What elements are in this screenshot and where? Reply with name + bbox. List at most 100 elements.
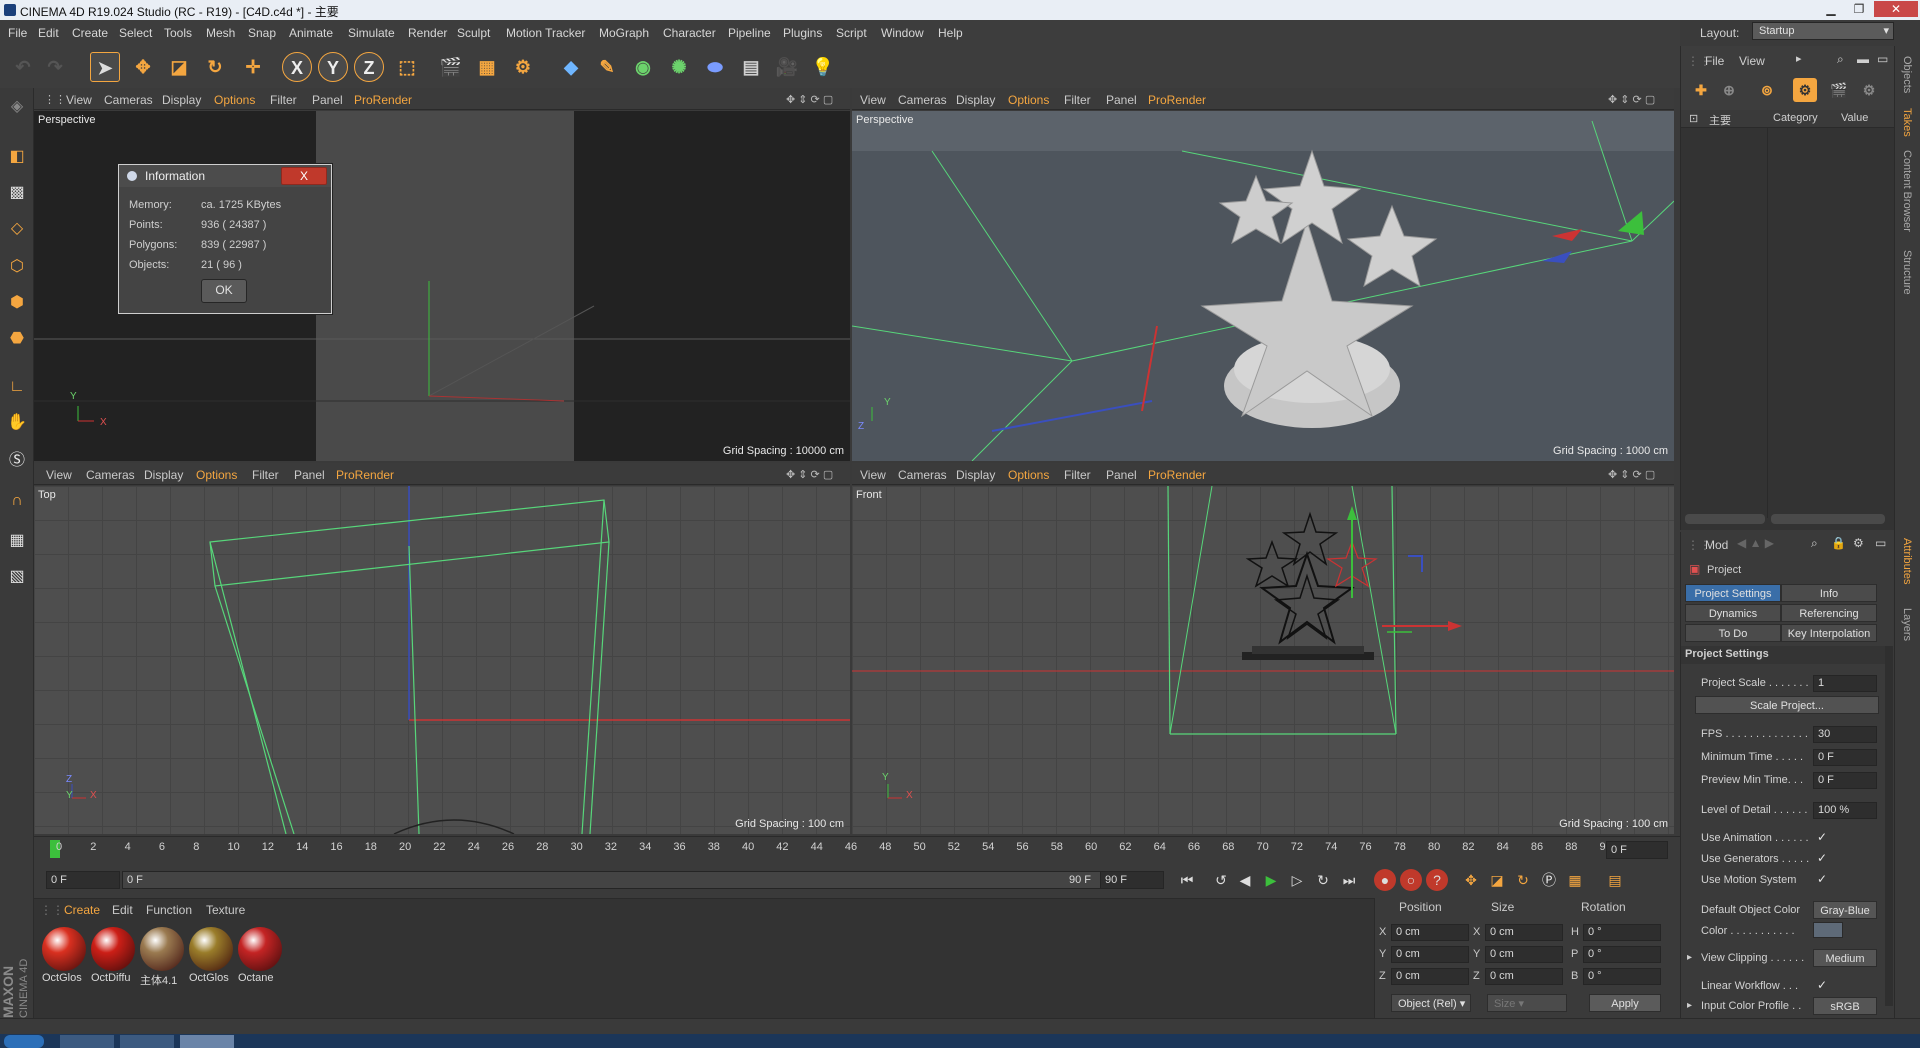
- object-menu-file[interactable]: File: [1705, 54, 1724, 68]
- field-level-of-detail[interactable]: 100 %: [1813, 802, 1877, 819]
- texture-mode-icon[interactable]: ▩: [4, 180, 30, 206]
- object-menu-view[interactable]: View: [1739, 54, 1765, 68]
- horizontal-scrollbar-2[interactable]: [1771, 514, 1885, 524]
- vp1-menu-prorender[interactable]: ProRender: [354, 93, 412, 107]
- viewport-nav-icons[interactable]: ✥ ⇕ ⟳ ▢: [786, 93, 833, 106]
- menu-pipeline[interactable]: Pipeline: [728, 26, 771, 40]
- workplane-icon[interactable]: ◇: [4, 216, 30, 242]
- material-menu-edit[interactable]: Edit: [112, 903, 133, 917]
- menu-mograph[interactable]: MoGraph: [599, 26, 649, 40]
- y-axis-icon[interactable]: Y: [318, 52, 348, 82]
- taskbar-app-3[interactable]: [180, 1035, 234, 1048]
- menu-help[interactable]: Help: [938, 26, 963, 40]
- size-z-field[interactable]: 0 cm: [1485, 968, 1563, 985]
- rotate-icon[interactable]: ↻: [200, 52, 230, 82]
- side-tab-takes[interactable]: Takes: [1901, 108, 1913, 137]
- keyframe-selection-icon[interactable]: ?: [1426, 869, 1448, 891]
- record-parameter-icon[interactable]: Ⓟ: [1538, 869, 1560, 891]
- menu-file[interactable]: File: [8, 26, 27, 40]
- scale-icon[interactable]: ◪: [164, 52, 194, 82]
- rotation-h-field[interactable]: 0 °: [1583, 924, 1661, 941]
- dialog-ok-button[interactable]: OK: [201, 279, 247, 303]
- axis-mode-icon[interactable]: ∟: [4, 374, 30, 400]
- vp1-menu-options[interactable]: Options: [214, 93, 255, 107]
- position-x-field[interactable]: 0 cm: [1391, 924, 1469, 941]
- start-button[interactable]: [4, 1035, 44, 1048]
- horizontal-scrollbar-1[interactable]: [1685, 514, 1765, 524]
- vp3-menu-options[interactable]: Options: [196, 468, 237, 482]
- transform-icon[interactable]: ✛: [238, 52, 268, 82]
- vp1-menu-view[interactable]: View: [66, 93, 92, 107]
- vp4-menu-options[interactable]: Options: [1008, 468, 1049, 482]
- size-x-field[interactable]: 0 cm: [1485, 924, 1563, 941]
- cloner-icon[interactable]: ✺: [664, 52, 694, 82]
- timeline-ruler[interactable]: 0 2 4 6 8 10 12 14 16 18 20 22 24 26 28 30 32 34 36 38 40 42 4…: [34, 836, 1680, 862]
- select-view-clipping[interactable]: Medium: [1813, 949, 1877, 967]
- vp3-menu-prorender[interactable]: ProRender: [336, 468, 394, 482]
- points-mode-icon[interactable]: ⬡: [4, 254, 30, 280]
- frame-range-slider[interactable]: 0 F 90 F: [122, 871, 1112, 889]
- position-z-field[interactable]: 0 cm: [1391, 968, 1469, 985]
- end-frame-field[interactable]: 90 F: [1100, 871, 1164, 889]
- lock-workplane-icon[interactable]: ▦: [4, 528, 30, 554]
- maximize-icon[interactable]: ❐: [1846, 1, 1872, 17]
- vp3-menu-panel[interactable]: Panel: [294, 468, 325, 482]
- material-menu-function[interactable]: Function: [146, 903, 192, 917]
- menu-create[interactable]: Create: [72, 26, 108, 40]
- previous-key-icon[interactable]: ↺: [1210, 869, 1232, 891]
- pen-icon[interactable]: ✎: [592, 52, 622, 82]
- apply-button[interactable]: Apply: [1589, 994, 1661, 1012]
- vp4-menu-display[interactable]: Display: [956, 468, 995, 482]
- menu-select[interactable]: Select: [119, 26, 152, 40]
- field-preview-min-time[interactable]: 0 F: [1813, 772, 1877, 789]
- material-item[interactable]: OctGlos: [42, 927, 86, 984]
- make-editable-icon[interactable]: ◈: [4, 94, 30, 120]
- vp1-menu-cameras[interactable]: Cameras: [104, 93, 153, 107]
- viewport-nav-icons[interactable]: ✥ ⇕ ⟳ ▢: [1608, 93, 1655, 106]
- field-minimum-time[interactable]: 0 F: [1813, 749, 1877, 766]
- close-icon[interactable]: ✕: [1874, 1, 1918, 17]
- viewport-top[interactable]: Top Z Y X Grid Spacing : 100 cm: [34, 486, 850, 834]
- model-mode-icon[interactable]: ◧: [4, 144, 30, 170]
- render-picture-viewer-icon[interactable]: ▦: [472, 52, 502, 82]
- vp1-menu-filter[interactable]: Filter: [270, 93, 297, 107]
- menu-window[interactable]: Window: [881, 26, 924, 40]
- render-settings-icon[interactable]: ⚙: [508, 52, 538, 82]
- menu-render[interactable]: Render: [408, 26, 447, 40]
- move-icon[interactable]: ✥: [128, 52, 158, 82]
- vp3-menu-cameras[interactable]: Cameras: [86, 468, 135, 482]
- coord-mode-select[interactable]: Object (Rel) ▾: [1391, 994, 1471, 1012]
- checkbox-use-animation[interactable]: ✓: [1817, 830, 1827, 844]
- rotation-b-field[interactable]: 0 °: [1583, 968, 1661, 985]
- magnet-icon[interactable]: ∩: [4, 488, 30, 514]
- material-item[interactable]: Octane: [238, 927, 282, 984]
- attribute-mode-menu[interactable]: Mod: [1705, 538, 1728, 552]
- position-y-field[interactable]: 0 cm: [1391, 946, 1469, 963]
- menu-mesh[interactable]: Mesh: [206, 26, 235, 40]
- tweak-icon[interactable]: ✋: [4, 410, 30, 436]
- menu-motion-tracker[interactable]: Motion Tracker: [506, 26, 585, 40]
- vp2-menu-options[interactable]: Options: [1008, 93, 1049, 107]
- start-frame-field[interactable]: 0 F: [46, 871, 120, 889]
- tab-dynamics[interactable]: Dynamics: [1685, 604, 1781, 622]
- current-frame-field[interactable]: 0 F: [1606, 841, 1668, 859]
- viewport-perspective-2[interactable]: Perspective Y Z Grid Spacing : 1000 cm: [852, 111, 1674, 461]
- tab-to-do[interactable]: To Do: [1685, 624, 1781, 642]
- go-to-end-icon[interactable]: ⏭: [1338, 869, 1360, 891]
- redo-icon[interactable]: ↷: [40, 52, 70, 82]
- undo-icon[interactable]: ↶: [8, 52, 38, 82]
- record-active-icon[interactable]: ●: [1374, 869, 1396, 891]
- subdivision-icon[interactable]: ◉: [628, 52, 658, 82]
- vp2-menu-prorender[interactable]: ProRender: [1148, 93, 1206, 107]
- menu-script[interactable]: Script: [836, 26, 867, 40]
- menu-edit[interactable]: Edit: [38, 26, 59, 40]
- next-frame-icon[interactable]: ▷: [1286, 869, 1308, 891]
- size-y-field[interactable]: 0 cm: [1485, 946, 1563, 963]
- next-key-icon[interactable]: ↻: [1312, 869, 1334, 891]
- record-scale-icon[interactable]: ◪: [1486, 869, 1508, 891]
- select-icon[interactable]: ➤: [90, 52, 120, 82]
- viewport-nav-icons[interactable]: ✥ ⇕ ⟳ ▢: [786, 468, 833, 481]
- snap-icon[interactable]: Ⓢ: [4, 448, 30, 474]
- side-tab-structure[interactable]: Structure: [1901, 250, 1913, 295]
- vp4-menu-filter[interactable]: Filter: [1064, 468, 1091, 482]
